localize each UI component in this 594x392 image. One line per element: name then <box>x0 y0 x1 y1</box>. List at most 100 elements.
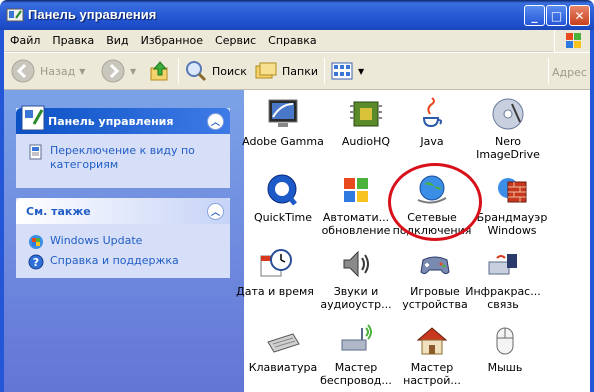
forward-dropdown-icon[interactable]: ▼ <box>130 67 136 76</box>
up-folder-button[interactable] <box>148 56 172 86</box>
panel-header[interactable]: См. также ︿ <box>16 198 230 224</box>
search-label: Поиск <box>212 64 247 78</box>
up-folder-icon <box>150 61 168 81</box>
item-mouse[interactable]: Мышь <box>462 322 548 374</box>
panel-body: Переключение к виду по категориям <box>16 134 230 186</box>
svg-text:?: ? <box>33 256 39 269</box>
panel-title: Панель управления <box>48 115 174 128</box>
keyboard-icon <box>267 333 300 353</box>
close-icon: ✕ <box>574 8 585 23</box>
menu-bar: Файл Правка Вид Избранное Сервис Справка <box>4 30 590 52</box>
speaker-icon <box>343 250 369 278</box>
folders-label: Папки <box>282 64 318 78</box>
item-date-time[interactable]: Дата и время <box>232 246 318 298</box>
search-icon <box>186 61 207 82</box>
chip-icon <box>350 101 382 127</box>
quicktime-icon <box>267 174 297 206</box>
control-panel-tasks: Панель управления ︿ Переключение к виду … <box>16 105 230 188</box>
item-label: QuickTime <box>253 211 313 224</box>
item-label: Мастер настрой... <box>403 361 461 387</box>
menu-help[interactable]: Справка <box>262 34 322 47</box>
back-label: Назад <box>40 64 76 78</box>
task-pane: Панель управления ︿ Переключение к виду … <box>4 90 244 392</box>
item-java[interactable]: Java <box>389 96 475 148</box>
item-label: Мастер беспровод... <box>320 361 392 387</box>
help-support-link[interactable]: ? Справка и поддержка <box>28 254 220 270</box>
item-label: Инфракрас... связь <box>465 285 541 311</box>
windows-flag-icon <box>344 178 368 202</box>
window-border-right <box>590 30 594 392</box>
toolbar-separator <box>324 58 325 84</box>
java-icon <box>422 97 443 128</box>
link-label: Переключение к виду по категориям <box>50 144 195 171</box>
panel-title: См. также <box>26 205 91 218</box>
maximize-button[interactable]: □ <box>546 5 567 26</box>
folders-button[interactable]: Папки <box>254 56 318 86</box>
toolbar-separator <box>178 58 179 84</box>
item-adobe-gamma[interactable]: Adobe Gamma <box>240 96 326 148</box>
maximize-icon: □ <box>550 8 563 23</box>
toolbar-separator <box>548 58 549 84</box>
wireless-icon <box>341 324 372 351</box>
link-label: Справка и поддержка <box>50 254 179 267</box>
address-label: Адрес <box>552 66 587 79</box>
window-title: Панель управления <box>28 7 157 22</box>
infrared-icon <box>488 254 517 275</box>
toolbar: Назад ▼ ▼ Поиск Папки ▼ Адрес <box>4 53 590 90</box>
help-icon: ? <box>28 254 44 270</box>
back-arrow-icon <box>11 59 35 83</box>
item-label: Автомати... обновление <box>321 211 391 237</box>
search-button[interactable]: Поиск <box>184 56 247 86</box>
panel-body: Windows Update ? Справка и поддержка <box>16 224 230 284</box>
highlight-circle <box>388 163 482 241</box>
item-label: Игровые устройства <box>402 285 468 311</box>
menu-view[interactable]: Вид <box>100 34 134 47</box>
item-label: Adobe Gamma <box>242 135 324 148</box>
panel-header[interactable]: Панель управления ︿ <box>16 105 230 134</box>
back-dropdown-icon[interactable]: ▼ <box>79 67 85 76</box>
title-bar: Панель управления _ □ ✕ <box>0 0 594 30</box>
gamepad-icon <box>420 256 450 275</box>
item-infrared[interactable]: Инфракрас... связь <box>460 246 546 311</box>
clock-calendar-icon <box>260 249 292 277</box>
views-dropdown-icon[interactable]: ▼ <box>358 67 364 76</box>
disc-icon <box>492 98 524 130</box>
control-panel-icon <box>21 105 45 131</box>
house-network-icon <box>416 327 448 355</box>
switch-category-view-link[interactable]: Переключение к виду по категориям <box>28 144 220 172</box>
menu-edit[interactable]: Правка <box>46 34 100 47</box>
item-label: AudioHQ <box>341 135 391 148</box>
control-panel-icon <box>6 8 24 22</box>
item-label: Клавиатура <box>248 361 318 374</box>
menu-favorites[interactable]: Избранное <box>135 34 209 47</box>
item-label: Звуки и аудиоустр... <box>320 285 392 311</box>
close-button[interactable]: ✕ <box>569 5 590 26</box>
firewall-icon <box>498 178 527 203</box>
item-automatic-updates[interactable]: Автомати... обновление <box>313 172 399 237</box>
windows-update-icon <box>29 235 43 249</box>
item-label: Nero ImageDrive <box>476 135 540 161</box>
item-nero-imagedrive[interactable]: Nero ImageDrive <box>465 96 551 161</box>
views-button[interactable]: ▼ <box>330 56 364 86</box>
item-label: Дата и время <box>236 285 314 298</box>
menu-file[interactable]: Файл <box>4 34 46 47</box>
folders-icon <box>255 62 277 79</box>
collapse-chevron-icon[interactable]: ︿ <box>207 113 224 130</box>
monitor-gamma-icon <box>268 99 298 127</box>
forward-arrow-icon <box>101 59 125 83</box>
menu-tools[interactable]: Сервис <box>209 34 262 47</box>
minimize-icon: _ <box>531 8 538 23</box>
item-wireless-setup[interactable]: Мастер беспровод... <box>313 322 399 387</box>
collapse-chevron-icon[interactable]: ︿ <box>207 203 224 220</box>
item-label: Мышь <box>487 361 523 374</box>
minimize-button[interactable]: _ <box>524 5 545 26</box>
back-button[interactable]: Назад ▼ <box>10 56 85 86</box>
item-sounds-audio[interactable]: Звуки и аудиоустр... <box>313 246 399 311</box>
windows-logo-icon <box>554 30 590 52</box>
views-icon <box>331 62 353 80</box>
mouse-icon <box>496 327 514 355</box>
forward-button[interactable]: ▼ <box>100 56 136 86</box>
category-view-icon <box>29 144 42 160</box>
windows-update-link[interactable]: Windows Update <box>28 234 220 250</box>
item-label: Брандмауэр Windows <box>476 211 548 237</box>
